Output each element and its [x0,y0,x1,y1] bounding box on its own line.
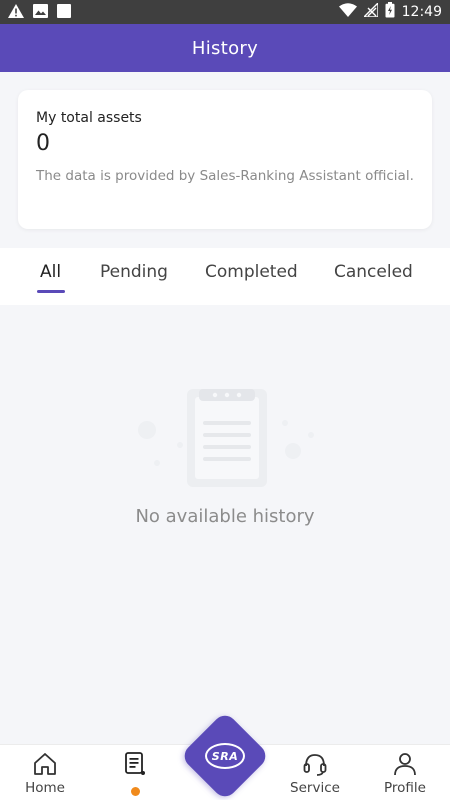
nav-service[interactable]: Service [270,745,360,800]
tab-completed[interactable]: Completed [205,262,298,282]
square-icon [57,3,71,22]
nav-profile[interactable]: Profile [360,745,450,800]
orders-icon [124,751,146,777]
nav-service-label: Service [290,780,340,796]
no-signal-icon [361,1,379,21]
orders-badge-dot [130,787,140,796]
image-icon [33,3,48,22]
empty-state-text: No available history [135,506,315,527]
headset-icon [302,751,328,777]
nav-orders[interactable] [90,745,180,800]
person-icon [393,751,417,777]
battery-icon [385,2,395,22]
nav-home[interactable]: Home [0,745,90,800]
tab-canceled[interactable]: Canceled [334,262,413,282]
history-tabs: All Pending Completed Canceled [0,248,450,305]
status-bar: 12:49 [0,0,450,24]
total-assets-card: My total assets 0 The data is provided b… [18,90,432,229]
status-right: 12:49 [338,1,442,22]
app-bar: History [0,24,450,72]
data-source-note: The data is provided by Sales-Ranking As… [36,168,414,184]
home-icon [32,751,58,777]
nav-home-label: Home [25,780,65,796]
tab-all[interactable]: All [40,262,61,282]
wifi-icon [338,3,357,21]
status-left [8,3,71,22]
status-time: 12:49 [401,4,442,20]
active-tab-indicator [37,290,65,293]
warning-icon [8,3,24,22]
tab-pending[interactable]: Pending [100,262,168,282]
nav-profile-label: Profile [384,780,426,796]
clipboard-icon [135,385,320,495]
total-assets-value: 0 [36,131,50,156]
page-title: History [191,37,259,59]
total-assets-label: My total assets [36,110,142,126]
